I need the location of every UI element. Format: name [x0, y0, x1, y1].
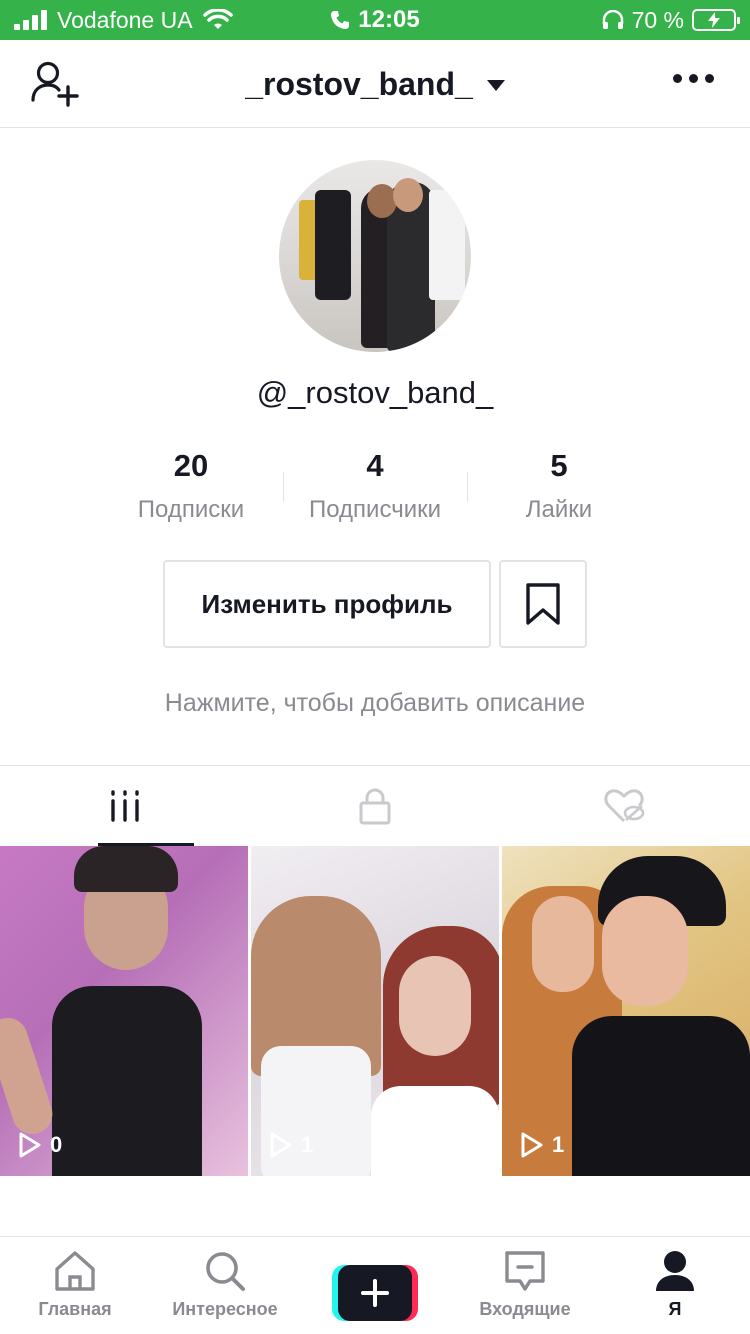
view-count: 0 — [50, 1132, 63, 1157]
more-icon[interactable] — [673, 74, 714, 83]
bottom-navigation: Главная Интересное Входящие Я — [0, 1236, 750, 1334]
grid-icon — [111, 790, 139, 822]
stat-following[interactable]: 20 Подписки — [99, 446, 283, 526]
bookmark-icon — [526, 583, 560, 625]
stat-likes[interactable]: 5 Лайки — [467, 446, 651, 526]
search-icon — [206, 1252, 245, 1291]
bio-placeholder[interactable]: Нажмите, чтобы добавить описание — [0, 689, 750, 718]
avatar[interactable] — [279, 160, 471, 352]
view-count: 1 — [552, 1132, 565, 1157]
stat-label: Лайки — [525, 496, 593, 523]
caret-down-icon — [486, 79, 505, 91]
nav-create[interactable] — [300, 1237, 450, 1334]
stat-value: 4 — [366, 448, 384, 483]
username-handle: @_rostov_band_ — [256, 375, 494, 410]
content-tabs — [0, 765, 750, 846]
stat-label: Подписчики — [308, 496, 442, 523]
nav-home[interactable]: Главная — [0, 1237, 150, 1334]
video-thumbnail[interactable]: 0 — [0, 846, 248, 1176]
inbox-icon — [505, 1251, 545, 1291]
battery-percent: 70 % — [631, 6, 684, 33]
stat-value: 5 — [550, 448, 568, 483]
nav-label: Главная — [38, 1299, 112, 1319]
profile-header: _rostov_band_ — [0, 40, 750, 128]
stat-value: 20 — [173, 448, 209, 483]
liked-hidden-icon — [604, 789, 645, 823]
battery-icon — [692, 9, 740, 31]
play-icon — [521, 1132, 543, 1158]
nav-profile[interactable]: Я — [600, 1237, 750, 1334]
create-button[interactable] — [332, 1265, 418, 1321]
tab-private[interactable] — [250, 766, 500, 846]
video-views: 0 — [18, 1132, 62, 1158]
nav-inbox[interactable]: Входящие — [450, 1237, 600, 1334]
page-title: _rostov_band_ — [245, 65, 473, 102]
video-views: 1 — [520, 1132, 564, 1158]
video-thumbnail[interactable]: 1 — [251, 846, 499, 1176]
play-icon — [19, 1132, 41, 1158]
play-icon — [270, 1132, 292, 1158]
account-switcher[interactable]: _rostov_band_ — [0, 40, 750, 128]
status-bar: Vodafone UA 12:05 70 % — [0, 0, 750, 40]
headphones-icon — [602, 10, 623, 29]
stat-followers[interactable]: 4 Подписчики — [283, 446, 467, 526]
profile-icon — [656, 1251, 694, 1291]
clock: 12:05 — [358, 6, 420, 33]
lock-icon — [359, 788, 391, 825]
profile-stats: 20 Подписки 4 Подписчики 5 Лайки — [99, 446, 651, 526]
view-count: 1 — [301, 1132, 314, 1157]
favorites-button[interactable] — [499, 560, 587, 648]
video-thumbnail[interactable]: 1 — [502, 846, 750, 1176]
nav-label: Входящие — [479, 1299, 571, 1319]
edit-profile-button[interactable]: Изменить профиль — [163, 560, 491, 648]
nav-label: Я — [668, 1299, 682, 1319]
video-grid: 0 1 1 — [0, 846, 750, 1176]
tab-liked[interactable] — [500, 766, 750, 846]
video-views: 1 — [269, 1132, 313, 1158]
plus-icon — [361, 1279, 389, 1307]
status-right: 70 % — [602, 0, 740, 40]
tab-videos[interactable] — [0, 766, 250, 846]
phone-icon — [331, 11, 350, 29]
nav-label: Интересное — [172, 1299, 278, 1319]
nav-discover[interactable]: Интересное — [150, 1237, 300, 1334]
home-icon — [55, 1251, 95, 1291]
stat-label: Подписки — [137, 496, 245, 523]
